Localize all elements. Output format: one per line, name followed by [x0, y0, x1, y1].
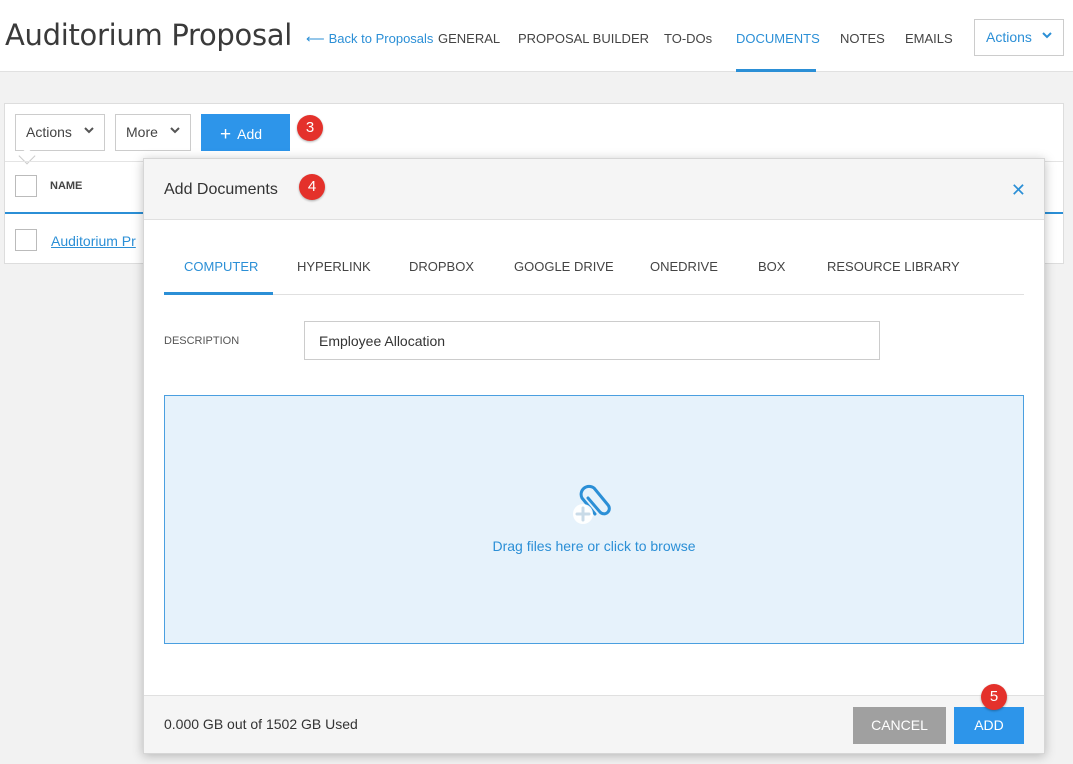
step-badge-3: 3 — [297, 115, 323, 141]
description-input[interactable] — [304, 321, 880, 360]
modal-title: Add Documents — [164, 181, 278, 198]
chevron-down-icon — [170, 127, 180, 134]
page-header: Auditorium Proposal ⟵ Back to Proposals G… — [0, 0, 1073, 72]
dropzone-text: Drag files here or click to browse — [492, 538, 696, 554]
paperclip-add-icon — [573, 484, 611, 524]
actions-dropdown-label: Actions — [26, 124, 72, 140]
file-dropzone[interactable]: Drag files here or click to browse — [164, 395, 1024, 644]
nav-general[interactable]: GENERAL — [438, 31, 500, 46]
document-row-link[interactable]: Auditorium Pr — [51, 233, 136, 249]
tab-google-drive[interactable]: GOOGLE DRIVE — [514, 259, 614, 274]
add-button[interactable]: ADD — [954, 707, 1024, 744]
step-badge-5: 5 — [981, 684, 1007, 710]
plus-icon: + — [220, 124, 232, 145]
header-actions-label: Actions — [986, 29, 1032, 45]
active-nav-indicator — [736, 69, 816, 72]
step-badge-4: 4 — [299, 174, 325, 200]
tab-hyperlink[interactable]: HYPERLINK — [297, 259, 371, 274]
storage-usage: 0.000 GB out of 1502 GB Used — [164, 716, 358, 732]
tab-computer[interactable]: COMPUTER — [184, 259, 258, 274]
modal-header: Add Documents ✕ — [144, 159, 1044, 220]
modal-footer: 0.000 GB out of 1502 GB Used CANCEL ADD — [144, 695, 1044, 753]
chevron-down-icon — [84, 127, 94, 134]
nav-notes[interactable]: NOTES — [840, 31, 885, 46]
cancel-button[interactable]: CANCEL — [853, 707, 946, 744]
actions-dropdown[interactable]: Actions — [15, 114, 105, 151]
tab-dropbox[interactable]: DROPBOX — [409, 259, 474, 274]
row-checkbox[interactable] — [15, 229, 37, 251]
nav-emails[interactable]: EMAILS — [905, 31, 953, 46]
header-actions-dropdown[interactable]: Actions — [974, 19, 1064, 56]
back-to-proposals-link[interactable]: ⟵ Back to Proposals — [306, 31, 433, 47]
more-dropdown-label: More — [126, 124, 158, 140]
tab-resource-library[interactable]: RESOURCE LIBRARY — [827, 259, 960, 274]
select-all-checkbox[interactable] — [15, 175, 37, 197]
nav-proposal-builder[interactable]: PROPOSAL BUILDER — [518, 31, 649, 46]
close-icon[interactable]: ✕ — [1011, 181, 1026, 199]
tab-box[interactable]: BOX — [758, 259, 785, 274]
add-documents-modal: Add Documents ✕ COMPUTER HYPERLINK DROPB… — [143, 158, 1045, 754]
page-title: Auditorium Proposal — [5, 18, 293, 52]
chevron-down-icon — [1042, 32, 1052, 39]
active-tab-indicator — [164, 292, 273, 295]
arrow-left-icon: ⟵ — [306, 31, 325, 46]
more-dropdown[interactable]: More — [115, 114, 191, 151]
add-document-button[interactable]: + Add — [201, 114, 290, 151]
tab-divider — [164, 294, 1024, 295]
description-label: DESCRIPTION — [164, 335, 240, 347]
nav-documents[interactable]: DOCUMENTS — [736, 31, 820, 46]
tab-onedrive[interactable]: ONEDRIVE — [650, 259, 718, 274]
add-button-label: Add — [237, 126, 263, 142]
column-header-name[interactable]: NAME — [50, 180, 82, 192]
back-link-label: Back to Proposals — [328, 31, 434, 46]
nav-todos[interactable]: TO-DOs — [664, 31, 712, 46]
